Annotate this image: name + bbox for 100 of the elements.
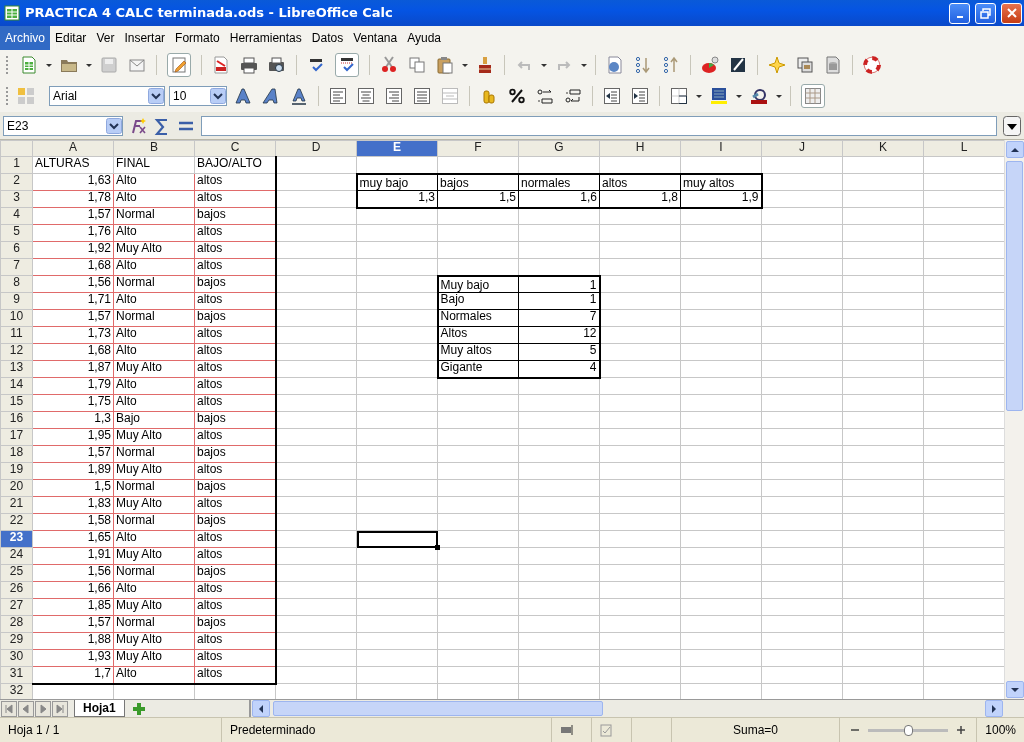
scroll-left-button[interactable]: [251, 700, 270, 717]
remove-decimal-icon[interactable]: [564, 87, 582, 105]
clipboard-icon[interactable]: [436, 56, 454, 74]
name-box[interactable]: E23: [3, 115, 123, 136]
table-cell: altos: [194, 581, 276, 599]
menu-item[interactable]: Herramientas: [224, 26, 307, 50]
column-header[interactable]: H: [599, 140, 681, 157]
scroll-right-button[interactable]: [985, 700, 1003, 717]
up-arrow-icon[interactable]: [1010, 145, 1020, 154]
menu-item[interactable]: Ventana: [348, 26, 403, 50]
table-cell: altos: [194, 326, 276, 344]
align-center-icon[interactable]: [357, 87, 375, 105]
menu-item[interactable]: Insertar: [119, 26, 171, 50]
restore-button[interactable]: [975, 2, 996, 24]
indent-increase-icon[interactable]: [631, 87, 649, 105]
align-right-icon[interactable]: [385, 87, 403, 105]
scissors-icon[interactable]: [380, 56, 398, 74]
table-cell: Alto: [113, 530, 195, 548]
last-sheet-icon[interactable]: [52, 700, 68, 717]
menu-item[interactable]: Ver: [91, 26, 120, 50]
align-left-icon[interactable]: [329, 87, 347, 105]
table-cell: 1,88: [32, 632, 114, 650]
dropdown-icon[interactable]: [210, 88, 226, 104]
spreadsheet-icon[interactable]: [20, 56, 38, 74]
column-header[interactable]: A: [32, 140, 114, 157]
column-header[interactable]: I: [680, 140, 762, 157]
down-arrow-icon[interactable]: [1010, 685, 1020, 694]
menu-item[interactable]: Archivo: [0, 26, 50, 50]
underline-icon[interactable]: [290, 87, 308, 105]
zoom-in-icon[interactable]: [956, 725, 967, 735]
pencil-document-icon[interactable]: [167, 53, 191, 77]
printer-icon[interactable]: [240, 56, 258, 74]
column-header[interactable]: B: [113, 140, 195, 157]
menu-item[interactable]: Formato: [170, 26, 225, 50]
font-name-field[interactable]: Arial: [49, 86, 165, 106]
table-cell: 1,93: [32, 649, 114, 667]
scrollbar-thumb[interactable]: [1006, 161, 1023, 411]
copy-icon[interactable]: [408, 56, 426, 74]
paintbrush-icon[interactable]: [476, 56, 494, 74]
add-sheet-icon[interactable]: [130, 700, 147, 717]
close-button[interactable]: [1001, 2, 1022, 24]
previous-sheet-icon[interactable]: [18, 700, 34, 717]
column-header[interactable]: G: [518, 140, 600, 157]
table-cell: altos: [194, 258, 276, 276]
add-decimal-icon[interactable]: [536, 87, 554, 105]
font-color-icon[interactable]: [750, 87, 768, 105]
table-cell: altos: [599, 173, 681, 191]
print-preview-icon[interactable]: [268, 56, 286, 74]
slider-thumb[interactable]: [904, 724, 914, 736]
sort-ascending-icon[interactable]: [662, 56, 680, 74]
menu-item[interactable]: Ayuda: [402, 26, 446, 50]
grid-lines-icon[interactable]: [801, 84, 825, 108]
menu-item[interactable]: Editar: [50, 26, 92, 50]
merge-cells-icon[interactable]: [441, 87, 459, 105]
font-size-field[interactable]: 10: [169, 86, 227, 106]
sort-descending-icon[interactable]: [634, 56, 652, 74]
formula-input-field[interactable]: [201, 115, 997, 136]
database-icon[interactable]: [824, 56, 842, 74]
restore-icon[interactable]: [980, 7, 991, 19]
background-color-icon[interactable]: [710, 87, 728, 105]
spellcheck-icon[interactable]: [307, 56, 325, 74]
sheet-tab[interactable]: Hoja1: [74, 700, 125, 717]
scroll-up-button[interactable]: [1006, 141, 1024, 158]
pdf-document-icon[interactable]: [212, 56, 230, 74]
close-icon[interactable]: [1005, 7, 1018, 19]
next-sheet-icon[interactable]: [35, 700, 51, 717]
column-header[interactable]: L: [923, 140, 1004, 157]
dropdown-icon[interactable]: [148, 88, 164, 104]
minimize-button[interactable]: [949, 2, 970, 24]
pie-chart-icon[interactable]: [701, 56, 719, 74]
star-icon[interactable]: [768, 56, 786, 74]
windows-icon[interactable]: [796, 56, 814, 74]
scroll-down-button[interactable]: [1006, 681, 1024, 698]
indent-decrease-icon[interactable]: [603, 87, 621, 105]
menu-item[interactable]: Datos: [306, 26, 349, 50]
coins-icon[interactable]: [480, 87, 498, 105]
first-sheet-icon[interactable]: [1, 700, 17, 717]
table-cell: altos: [194, 241, 276, 259]
column-header[interactable]: F: [437, 140, 519, 157]
italic-icon[interactable]: [262, 87, 280, 105]
expand-icon[interactable]: [1003, 115, 1021, 136]
scrollbar-thumb[interactable]: [272, 701, 603, 716]
justify-icon[interactable]: [413, 87, 431, 105]
percent-icon[interactable]: [508, 87, 526, 105]
column-header[interactable]: D: [275, 140, 357, 157]
borders-icon[interactable]: [670, 87, 688, 105]
globe-document-icon[interactable]: [606, 56, 624, 74]
column-header[interactable]: E: [356, 140, 438, 157]
table-cell: Alto: [113, 581, 195, 599]
signature-icon: [600, 723, 613, 737]
column-header[interactable]: K: [842, 140, 924, 157]
lifebuoy-icon[interactable]: [863, 56, 881, 74]
bold-icon[interactable]: [234, 87, 252, 105]
column-header[interactable]: C: [194, 140, 276, 157]
selected-cell[interactable]: [356, 530, 438, 548]
dropdown-icon[interactable]: [106, 117, 122, 134]
function-wizard-icon[interactable]: [129, 116, 147, 135]
column-header[interactable]: J: [761, 140, 843, 157]
right-arrow-icon[interactable]: [990, 703, 998, 714]
auto-spellcheck-icon[interactable]: [335, 53, 359, 77]
